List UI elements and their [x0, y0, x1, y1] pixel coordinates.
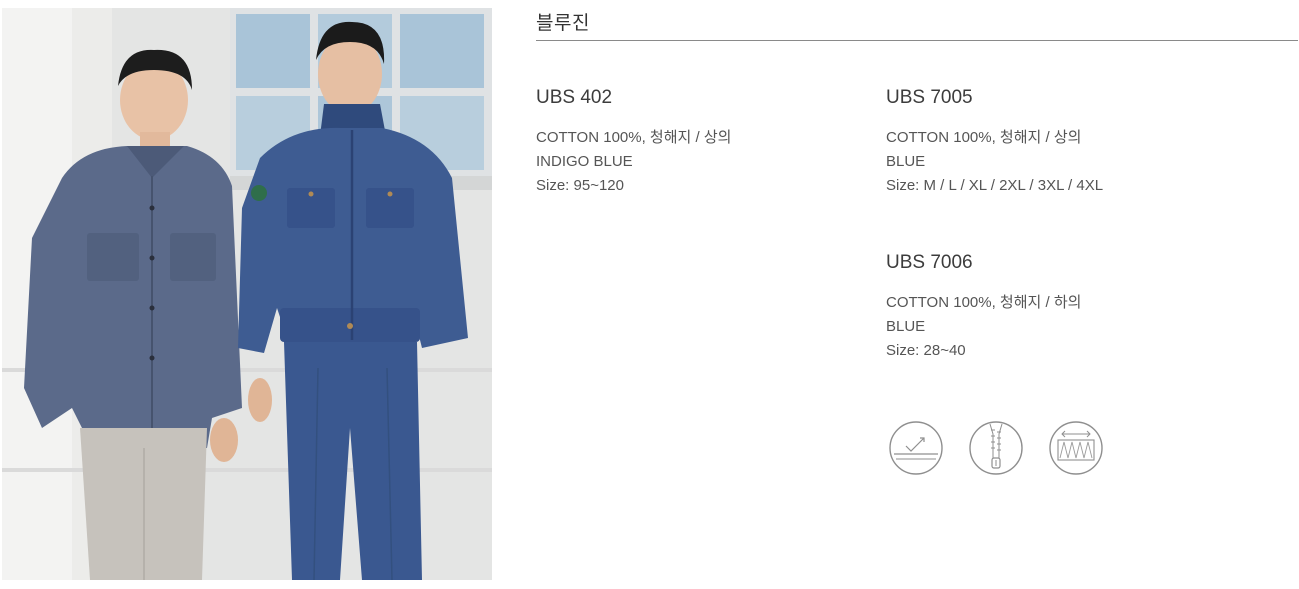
product-color: BLUE [886, 318, 926, 335]
product-color: INDIGO BLUE [536, 153, 633, 170]
product-code: UBS 402 [536, 87, 613, 108]
product-ubs-402: UBS 402 COTTON 100%, 청해지 / 상의 INDIGO BLU… [536, 86, 731, 198]
product-material: COTTON 100%, 청해지 / 상의 [886, 129, 1082, 146]
product-photo [2, 8, 492, 580]
product-ubs-7005: UBS 7005 COTTON 100%, 청해지 / 상의 BLUE Size… [886, 86, 1103, 198]
stretch-fabric-icon [1048, 420, 1104, 476]
section-title: 블루진 [536, 12, 590, 34]
product-size: Size: 95~120 [536, 177, 624, 194]
product-code: UBS 7006 [886, 252, 973, 273]
product-material: COTTON 100%, 청해지 / 상의 [536, 129, 732, 146]
zipper-icon [968, 420, 1024, 476]
product-ubs-7006: UBS 7006 COTTON 100%, 청해지 / 하의 BLUE Size… [886, 251, 1081, 363]
product-size: Size: M / L / XL / 2XL / 3XL / 4XL [886, 177, 1104, 194]
product-code: UBS 7005 [886, 87, 973, 108]
product-material: COTTON 100%, 청해지 / 하의 [886, 294, 1082, 311]
product-size: Size: 28~40 [886, 342, 966, 359]
product-color: BLUE [886, 153, 926, 170]
fabric-care-icon [888, 420, 944, 476]
title-divider [536, 40, 1298, 41]
